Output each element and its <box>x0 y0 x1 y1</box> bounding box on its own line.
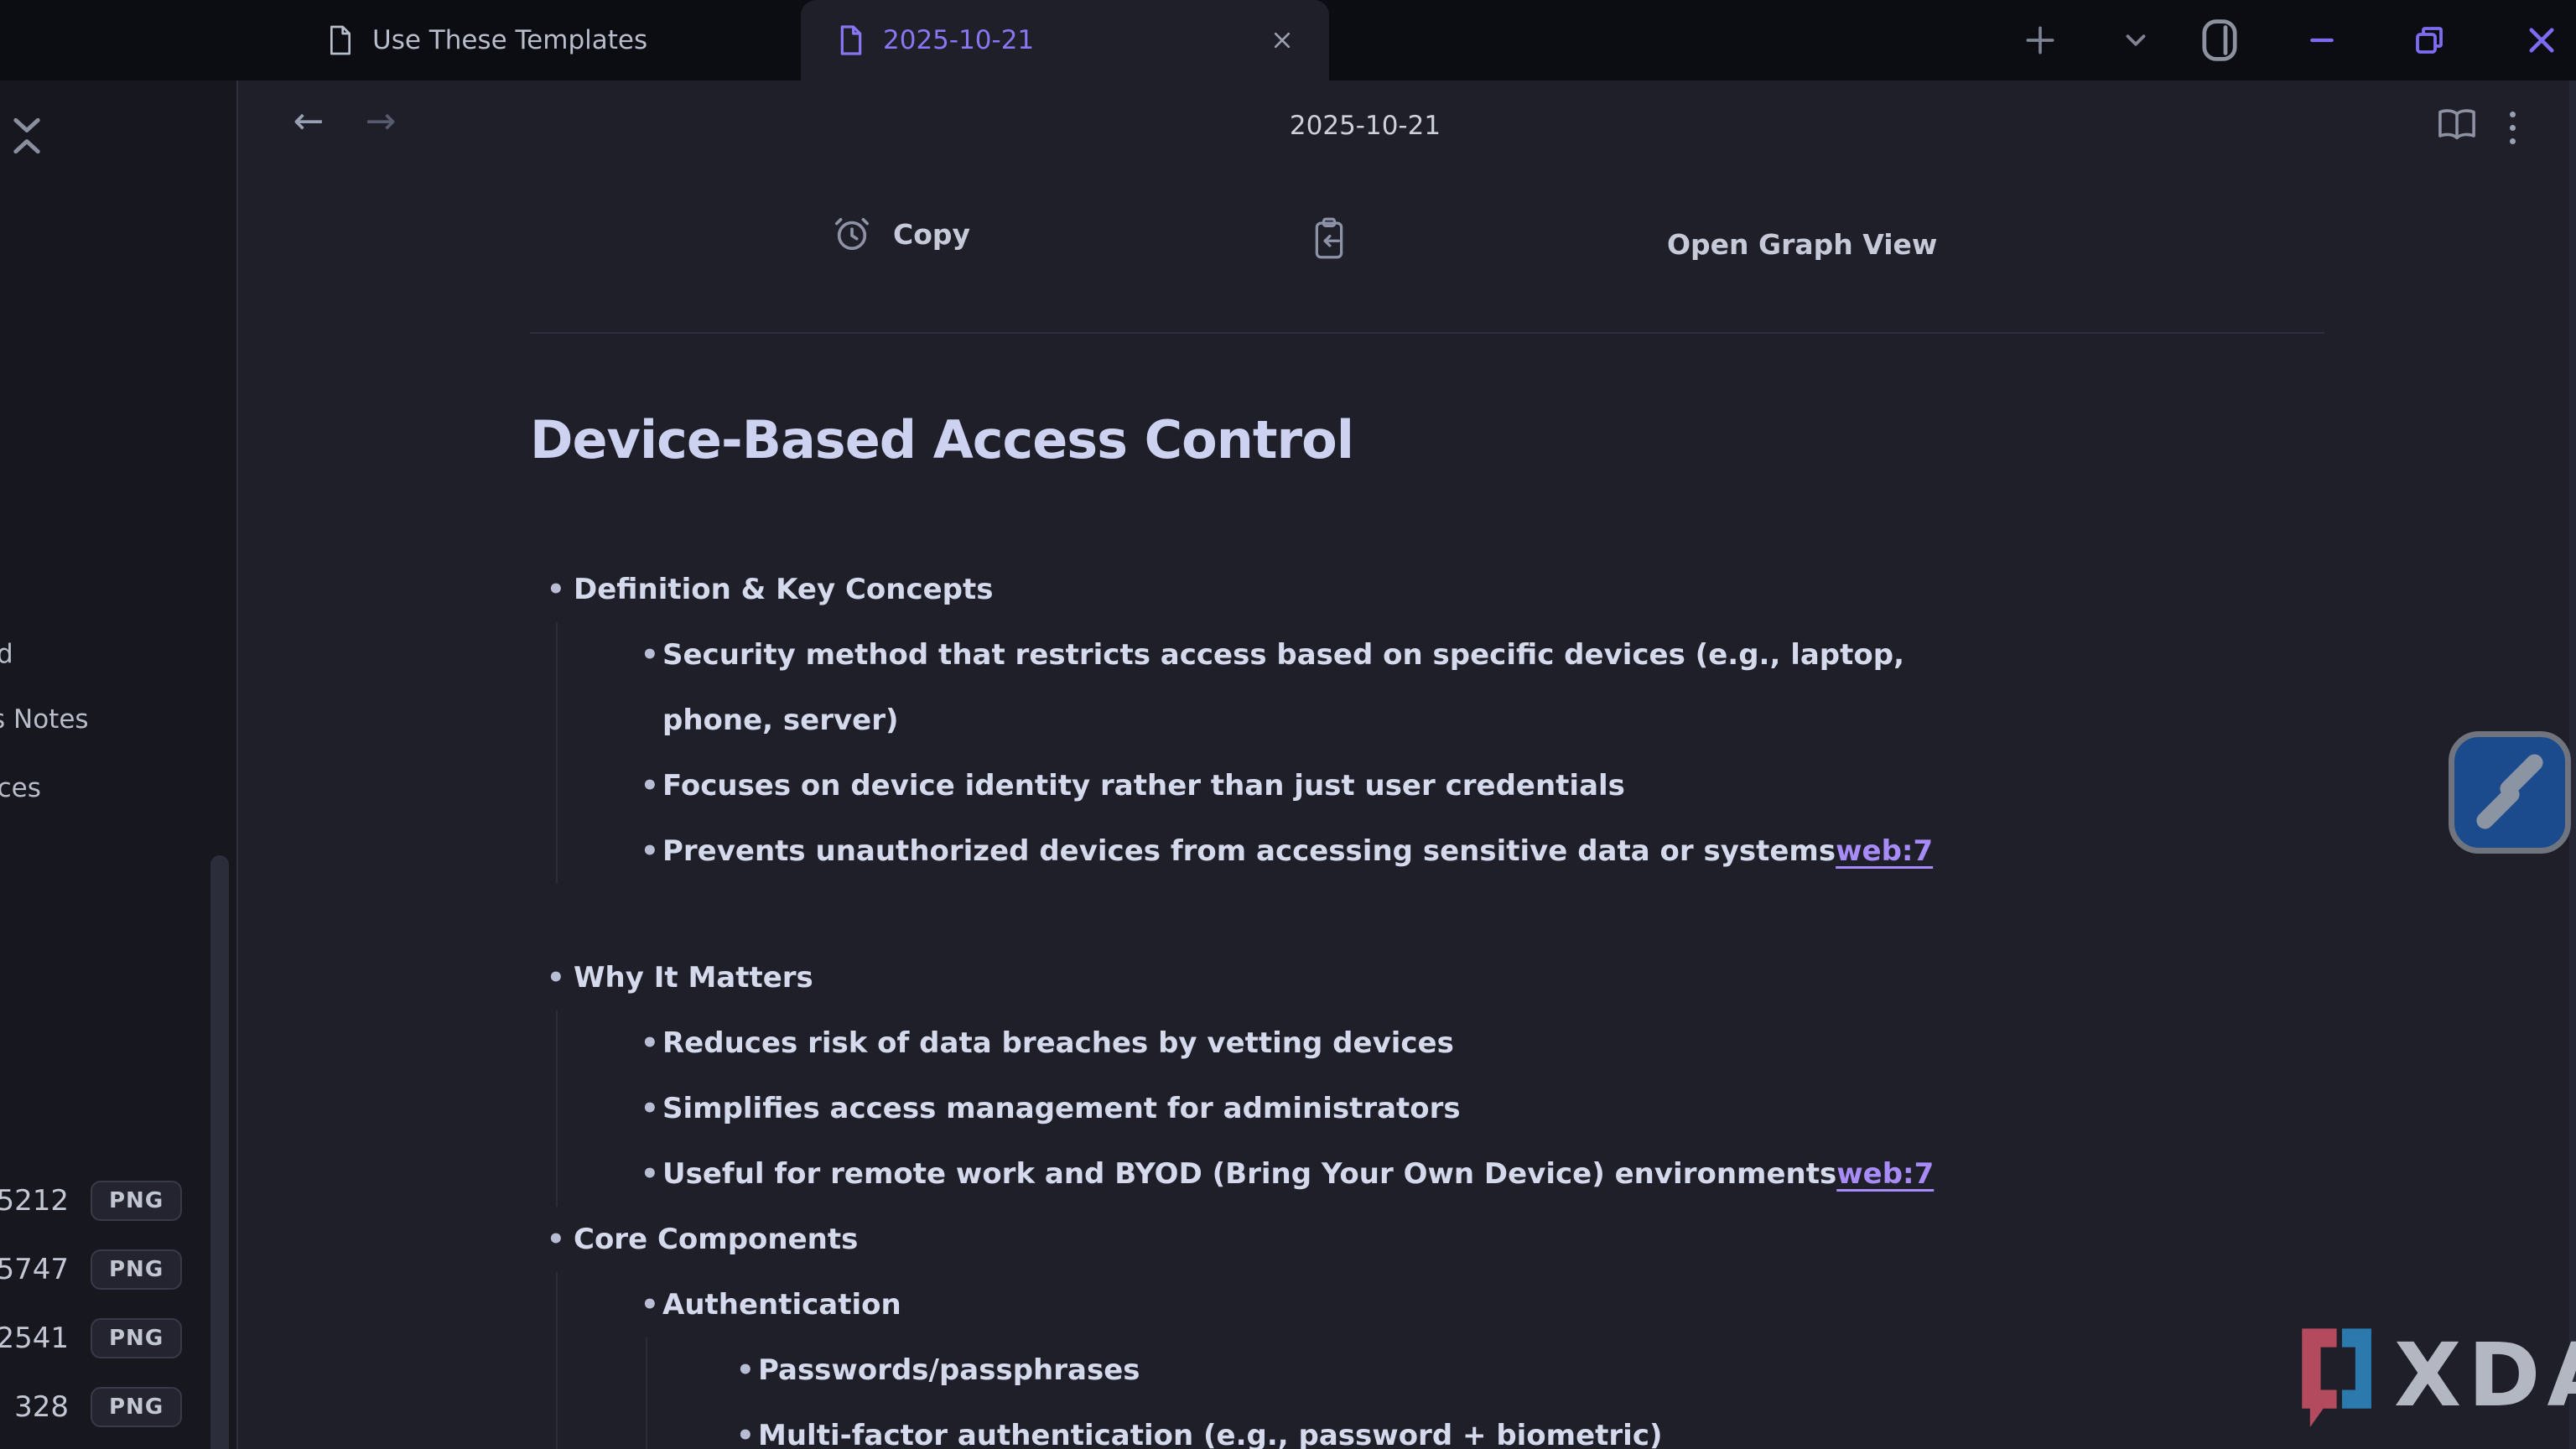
reading-view-icon[interactable] <box>2435 106 2479 144</box>
note-pane[interactable]: ← → 2025-10-21 Copy <box>238 80 2576 1449</box>
file-list-item[interactable]: 5747 PNG <box>0 1249 182 1290</box>
outline-item: Useful for remote work and BYOD (Bring Y… <box>558 1141 2492 1207</box>
header-divider <box>530 332 2324 334</box>
tab-2025-10-21[interactable]: 2025-10-21 <box>801 0 1329 80</box>
outline-children: Authentication Passwords/passphrases Mul… <box>556 1272 2492 1449</box>
minimize-window-icon[interactable] <box>2284 0 2360 80</box>
tab-close-icon[interactable] <box>1264 22 1301 59</box>
outline-item: Authentication <box>558 1272 2492 1337</box>
file-list-item[interactable]: 5212 PNG <box>0 1181 182 1221</box>
tab-bar: Use These Templates 2025-10-21 <box>0 0 2576 80</box>
outline-item: Multi-factor authentication (e.g., passw… <box>647 1403 2492 1449</box>
open-graph-view-button[interactable]: Open Graph View <box>1667 228 1937 261</box>
xda-logo-icon <box>2293 1323 2377 1427</box>
document-outline[interactable]: Definition & Key Concepts Security metho… <box>530 557 2492 1449</box>
clipboard-paste-icon[interactable] <box>1310 216 1348 260</box>
file-name: 5212 <box>0 1184 69 1218</box>
outline-item: Passwords/passphrases <box>647 1337 2492 1403</box>
note-header: ← → 2025-10-21 <box>238 80 2576 190</box>
file-type-badge: PNG <box>91 1387 182 1427</box>
badge-glyph <box>2473 782 2522 832</box>
more-options-icon[interactable] <box>2496 104 2529 151</box>
new-tab-icon[interactable] <box>2002 0 2078 80</box>
file-list-item[interactable]: 2541 PNG <box>0 1318 182 1358</box>
outline-item: Core Components <box>530 1207 2492 1272</box>
file-type-badge: PNG <box>91 1181 182 1221</box>
file-name: 328 <box>0 1390 69 1424</box>
restore-window-icon[interactable] <box>2392 0 2467 80</box>
outline-children: Passwords/passphrases Multi-factor authe… <box>646 1337 2492 1449</box>
tab-use-these-templates[interactable]: Use These Templates <box>310 0 822 80</box>
left-sidebar: d s Notes ices 5212 PNG 5747 PNG 2541 PN… <box>0 80 238 1449</box>
tab-label: 2025-10-21 <box>883 25 1034 55</box>
outline-children: Reduces risk of data breaches by vetting… <box>556 1010 2492 1207</box>
document-title: Device-Based Access Control <box>530 409 1353 470</box>
floating-app-badge[interactable] <box>2449 731 2571 854</box>
xda-wordmark: XDA <box>2394 1332 2576 1419</box>
tab-label: Use These Templates <box>372 25 647 55</box>
outline-item: Security method that restricts access ba… <box>558 622 2492 753</box>
web-citation-link[interactable]: web:7 <box>1836 834 1933 868</box>
outline-children: Security method that restricts access ba… <box>556 622 2492 884</box>
xda-watermark: XDA <box>2293 1323 2576 1427</box>
blank-line <box>530 884 2492 945</box>
sidebar-scrollbar[interactable] <box>210 855 229 1449</box>
outline-item: Simplifies access management for adminis… <box>558 1076 2492 1141</box>
sidebar-item[interactable]: ices <box>0 773 41 803</box>
file-type-badge: PNG <box>91 1249 182 1290</box>
file-list-item[interactable]: 328 PNG <box>0 1387 182 1427</box>
outline-item: Focuses on device identity rather than j… <box>558 753 2492 818</box>
file-name: 2541 <box>0 1322 69 1355</box>
sidebar-toggle-icon[interactable] <box>2182 0 2257 80</box>
copy-label: Copy <box>893 218 970 251</box>
file-type-badge: PNG <box>91 1318 182 1358</box>
copy-button[interactable]: Copy <box>833 215 970 253</box>
outline-item: Prevents unauthorized devices from acces… <box>558 818 2492 884</box>
chevron-down-icon[interactable] <box>2098 0 2174 80</box>
open-graph-view-label: Open Graph View <box>1667 228 1937 261</box>
note-title-breadcrumb: 2025-10-21 <box>238 111 2492 141</box>
outline-item: Definition & Key Concepts <box>530 557 2492 622</box>
app-window: Use These Templates 2025-10-21 <box>0 0 2576 1449</box>
web-citation-link[interactable]: web:7 <box>1836 1157 1934 1191</box>
close-window-icon[interactable] <box>2504 0 2576 80</box>
outline-item: Why It Matters <box>530 945 2492 1010</box>
file-name: 5747 <box>0 1253 69 1286</box>
sidebar-item[interactable]: s Notes <box>0 704 89 735</box>
note-action-row: Copy Open Graph View <box>238 215 2576 282</box>
file-icon <box>838 24 865 56</box>
sidebar-item[interactable]: d <box>0 639 13 669</box>
collapse-all-icon[interactable] <box>8 114 45 158</box>
file-icon <box>327 24 354 56</box>
outline-item: Reduces risk of data breaches by vetting… <box>558 1010 2492 1076</box>
